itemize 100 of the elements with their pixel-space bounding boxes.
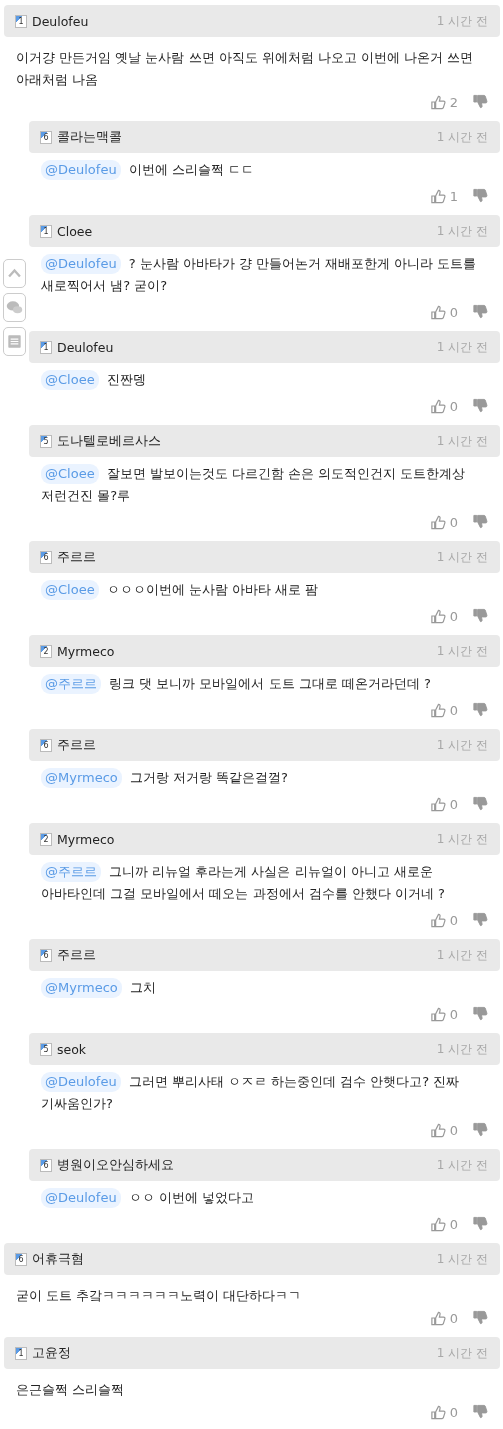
thumbs-down-icon[interactable]: [472, 514, 488, 530]
thumbs-down-icon[interactable]: [472, 1404, 488, 1420]
timestamp: 1 시간 전: [436, 1040, 488, 1058]
like-count: 0: [449, 398, 458, 414]
timestamp: 1 시간 전: [436, 432, 488, 450]
author-name[interactable]: 주르르: [57, 548, 96, 566]
like-count: 0: [449, 796, 458, 812]
level-badge: 1: [40, 340, 52, 354]
level-badge: 2: [40, 644, 52, 658]
thumbs-up-icon[interactable]: [429, 514, 446, 530]
author-name[interactable]: 도나텔로베르사스: [57, 432, 161, 450]
thumbs-up-icon[interactable]: [429, 1216, 446, 1232]
comment-text: @Myrmeco 그거랑 저거랑 똑같은걸껄?: [41, 767, 490, 789]
author-name[interactable]: 주르르: [57, 946, 96, 964]
thumbs-up-icon[interactable]: [429, 1122, 446, 1138]
thumbs-up-icon[interactable]: [429, 1006, 446, 1022]
like-count: 0: [449, 912, 458, 928]
scroll-up-button[interactable]: [3, 259, 26, 288]
thumbs-up-icon[interactable]: [429, 188, 446, 204]
author-name[interactable]: seok: [57, 1041, 87, 1057]
timestamp: 1 시간 전: [436, 830, 488, 848]
timestamp: 1 시간 전: [436, 338, 488, 356]
level-badge: 6: [15, 1252, 27, 1266]
comment-text: @Deulofeu ㅇㅇ 이번에 넣었다고: [41, 1187, 490, 1209]
author-name[interactable]: Myrmeco: [57, 643, 115, 659]
comment-text: @Deulofeu ? 눈사람 아바타가 걍 만들어논거 재배포한게 아니라 도트를 새로찍어서 냄? 굳이?: [41, 253, 478, 295]
level-badge: 5: [40, 434, 52, 448]
timestamp: 1 시간 전: [436, 642, 488, 660]
author-name[interactable]: 고윤정: [32, 1344, 71, 1362]
author-name[interactable]: 어휴극혐: [32, 1250, 84, 1268]
timestamp: 1 시간 전: [436, 1156, 488, 1174]
thumbs-down-icon[interactable]: [472, 304, 488, 320]
author-name[interactable]: Deulofeu: [57, 339, 114, 355]
level-badge: 5: [40, 1042, 52, 1056]
level-badge: 6: [40, 130, 52, 144]
like-count: 1: [449, 188, 458, 204]
comment-text: @Deulofeu 그러면 뿌리사태 ㅇㅈㄹ 하는중인데 검수 안햇다고? 진짜 기싸움인가?: [41, 1071, 461, 1113]
thumbs-down-icon[interactable]: [472, 702, 488, 718]
thumbs-up-icon[interactable]: [429, 796, 446, 812]
thumbs-down-icon[interactable]: [472, 188, 488, 204]
comment-text: @주르르 링크 댓 보니까 모바일에서 도트 그대로 떼온거라던데 ?: [41, 673, 490, 695]
thumbs-down-icon[interactable]: [472, 398, 488, 414]
like-count: 2: [449, 94, 458, 110]
comment-text: @Myrmeco 그치: [41, 977, 490, 999]
thumbs-down-icon[interactable]: [472, 608, 488, 624]
list-button[interactable]: [3, 327, 26, 356]
thumbs-up-icon[interactable]: [429, 608, 446, 624]
like-count: 0: [449, 1216, 458, 1232]
level-badge: 6: [40, 1158, 52, 1172]
like-count: 0: [449, 1310, 458, 1326]
timestamp: 1 시간 전: [436, 1250, 488, 1268]
thumbs-down-icon[interactable]: [472, 1122, 488, 1138]
timestamp: 1 시간 전: [436, 12, 488, 30]
thumbs-down-icon[interactable]: [472, 912, 488, 928]
comments-button[interactable]: [3, 293, 26, 322]
like-count: 0: [449, 608, 458, 624]
comment-text: @주르르 그니까 리뉴얼 후라는게 사실은 리뉴얼이 아니고 새로운 아바타인데 그걸 모바일에서 떼오는 과정에서 검수를 안했다 이거네 ?: [41, 861, 446, 903]
level-badge: 6: [40, 738, 52, 752]
timestamp: 1 시간 전: [436, 946, 488, 964]
level-badge: 6: [40, 948, 52, 962]
timestamp: 1 시간 전: [436, 736, 488, 754]
like-count: 0: [449, 514, 458, 530]
level-badge: 2: [40, 832, 52, 846]
comment-text: 이거걍 만든거임 옛날 눈사람 쓰면 아직도 위에처럼 나오고 이번에 나온거 쓰면 아래처럼 나옴: [16, 49, 475, 89]
thumbs-down-icon[interactable]: [472, 94, 488, 110]
author-name[interactable]: Myrmeco: [57, 831, 115, 847]
timestamp: 1 시간 전: [436, 128, 488, 146]
thumbs-down-icon[interactable]: [472, 1310, 488, 1326]
list-icon: [6, 333, 23, 350]
like-count: 0: [449, 1122, 458, 1138]
author-name[interactable]: Deulofeu: [32, 13, 89, 29]
comment-text: 굳이 도트 추갘ㅋㅋㅋㅋㅋㅋ노력이 대단하다ㅋㄱ: [16, 1287, 303, 1305]
timestamp: 1 시간 전: [436, 222, 488, 240]
author-name[interactable]: Cloee: [57, 223, 93, 239]
comment-text: @Cloee ㅇㅇㅇ이번에 눈사람 아바타 새로 팜: [41, 579, 490, 601]
timestamp: 1 시간 전: [436, 548, 488, 566]
author-name[interactable]: 병원이오안심하세요: [57, 1156, 174, 1174]
thumbs-down-icon[interactable]: [472, 796, 488, 812]
author-name[interactable]: 콜라는맥콜: [57, 128, 122, 146]
comment-text: @Cloee 잘보면 발보이는것도 다르긴함 손은 의도적인건지 도트한계상 저런건진 몰?루: [41, 463, 467, 505]
level-badge: 6: [40, 550, 52, 564]
like-count: 0: [449, 304, 458, 320]
author-name[interactable]: 주르르: [57, 736, 96, 754]
thumbs-up-icon[interactable]: [429, 1404, 446, 1420]
thumbs-up-icon[interactable]: [429, 398, 446, 414]
timestamp: 1 시간 전: [436, 1344, 488, 1362]
thumbs-up-icon[interactable]: [429, 1310, 446, 1326]
comment-text: @Cloee 진짠뎅: [41, 369, 490, 391]
thumbs-up-icon[interactable]: [429, 912, 446, 928]
level-badge: 1: [40, 224, 52, 238]
comment-text: @Deulofeu 이번에 스리슬쩍 ㄷㄷ: [41, 159, 490, 181]
thumbs-down-icon[interactable]: [472, 1216, 488, 1232]
level-badge: 1: [15, 14, 27, 28]
like-count: 0: [449, 1006, 458, 1022]
level-badge: 1: [15, 1346, 27, 1360]
thumbs-up-icon[interactable]: [429, 702, 446, 718]
thumbs-up-icon[interactable]: [429, 94, 446, 110]
speech-bubbles-icon: [6, 299, 23, 316]
thumbs-down-icon[interactable]: [472, 1006, 488, 1022]
thumbs-up-icon[interactable]: [429, 304, 446, 320]
